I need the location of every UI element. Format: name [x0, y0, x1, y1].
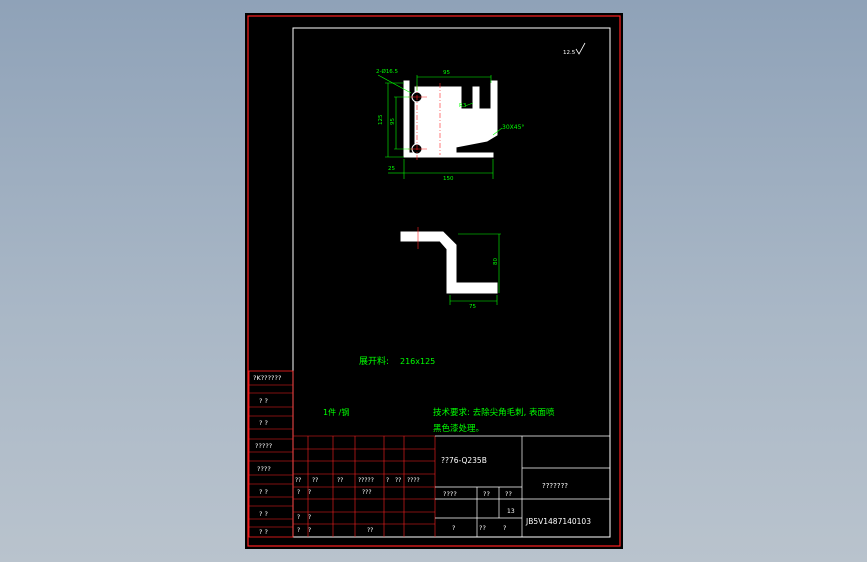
scale-cell: ??: [505, 490, 512, 498]
sign-cell: ?: [308, 489, 311, 496]
blank-label: 展开料:: [359, 355, 389, 367]
bottom-cell: ??: [479, 524, 486, 532]
scale-cell: ??: [483, 490, 490, 498]
side-view-dimensions: [449, 233, 501, 305]
dim-top: 95: [443, 70, 450, 76]
dim-bottom: 150: [443, 176, 454, 182]
tech-requirement-line2: 黑色漆处理。: [433, 423, 484, 434]
dim-radius: R3: [459, 103, 467, 109]
side-view: 80 75: [400, 227, 501, 310]
sign-cell: ???: [362, 489, 372, 496]
side-table-cell: ?????: [255, 442, 272, 450]
side-table-cell: ? ?: [259, 488, 268, 496]
flange-inner: [447, 87, 454, 153]
sign-cell: ?: [297, 514, 300, 521]
top-view: 2-Ø16.5 95 125 95 R3 30X45° 25 150: [376, 68, 524, 182]
part-outline-side: [400, 231, 498, 294]
drawing-name: ???????: [542, 482, 568, 490]
sign-cell: ????: [407, 477, 420, 484]
dim-chamfer: 30X45°: [502, 124, 524, 131]
dim-side-width: 75: [469, 304, 476, 310]
part-quantity: 1件 /钢: [323, 407, 349, 417]
bottom-cell: ?: [503, 524, 506, 532]
sign-cell: ?????: [358, 477, 374, 484]
bottom-cell: ?: [452, 524, 455, 532]
sign-cell: ?: [308, 514, 311, 521]
roughness-symbol: 12.5: [563, 42, 586, 56]
side-table-cell: ? ?: [259, 528, 268, 536]
title-block: ??76-Q235B ??????? JB5V1487140103 ???? ?…: [293, 435, 610, 537]
side-table-cell: ?K??????: [253, 374, 281, 382]
dim-side-height: 80: [493, 258, 499, 265]
scale-cell: ????: [443, 490, 457, 498]
sign-cell: ??: [295, 477, 301, 484]
sign-cell: ?: [386, 477, 389, 484]
sheet-number: 13: [507, 508, 515, 515]
material-label: ??76-Q235B: [441, 456, 487, 465]
sign-cell: ?: [297, 527, 300, 534]
dim-left-outer: 125: [378, 114, 384, 125]
cad-drawing: 12.5 2-Ø16.5 95 125 95 R3 30X45° 25 150 …: [247, 15, 621, 547]
sign-cell: ?: [308, 527, 311, 534]
dim-bottom-small: 25: [388, 166, 395, 172]
sign-cell: ??: [312, 477, 318, 484]
blank-value: 216x125: [400, 357, 435, 366]
side-table-cell: ? ?: [259, 397, 268, 405]
side-table-cell: ????: [257, 465, 271, 473]
sign-cell: ??: [367, 527, 373, 534]
side-table-cell: ? ?: [259, 419, 268, 427]
side-table-cell: ? ?: [259, 510, 268, 518]
dim-left-inner: 95: [390, 118, 396, 125]
drawing-viewport[interactable]: 12.5 2-Ø16.5 95 125 95 R3 30X45° 25 150 …: [245, 13, 623, 549]
drawing-number: JB5V1487140103: [525, 517, 591, 526]
sign-cell: ??: [395, 477, 401, 484]
sign-cell: ?: [297, 489, 300, 496]
tech-requirement-line1: 技术要求: 去除尖角毛刺, 表面喷: [433, 407, 555, 418]
sign-cell: ??: [337, 477, 343, 484]
dim-hole-label: 2-Ø16.5: [376, 68, 399, 75]
roughness-text: 12.5: [563, 50, 576, 56]
side-table: ?K?????? ? ? ? ? ????? ???? ? ? ? ? ? ?: [248, 370, 294, 538]
